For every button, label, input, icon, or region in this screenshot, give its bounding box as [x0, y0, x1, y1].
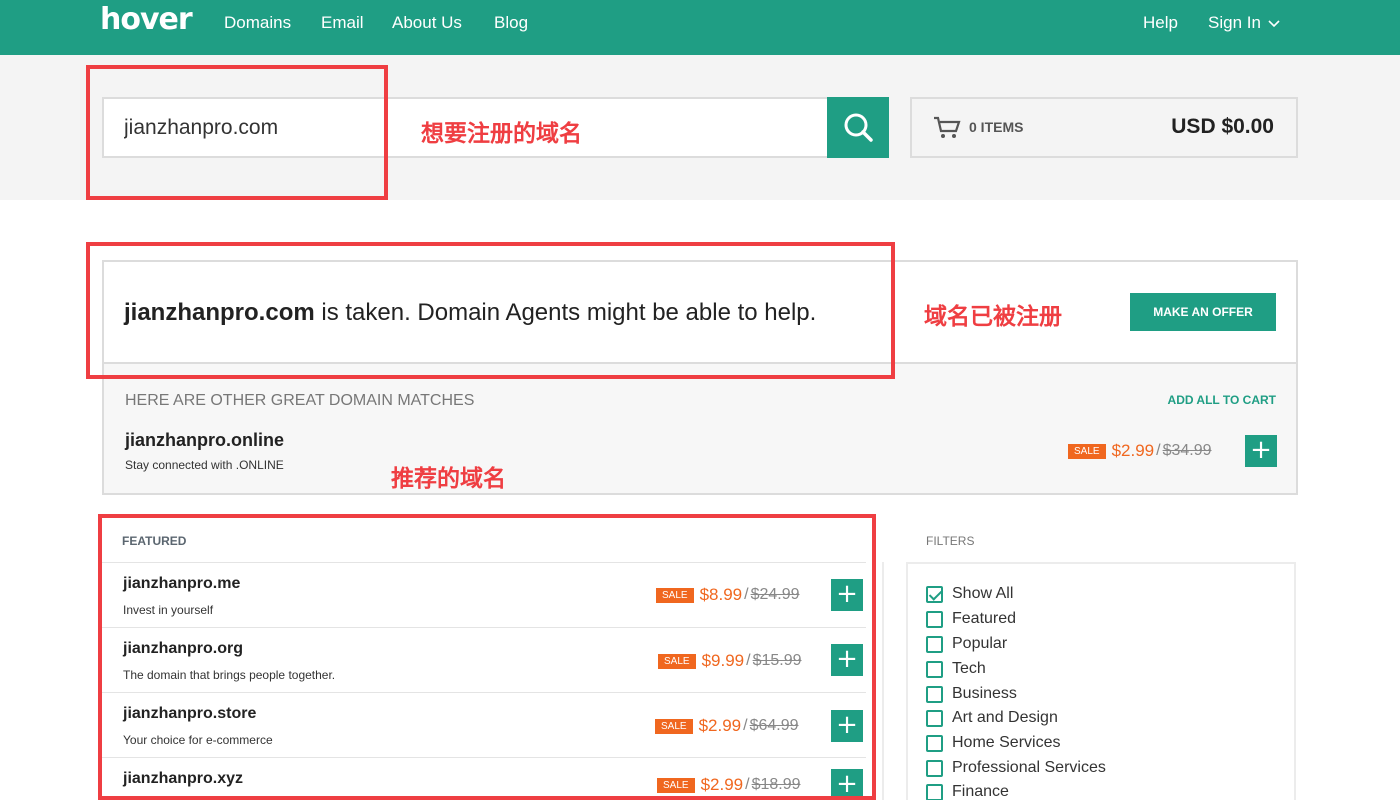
filter-popular[interactable]: Popular: [926, 635, 1007, 653]
filter-home-services[interactable]: Home Services: [926, 734, 1060, 752]
annotation-want-register: 想要注册的域名: [421, 121, 582, 147]
sale-badge: SALE: [1068, 443, 1106, 459]
nav-about-us[interactable]: About Us: [392, 13, 462, 33]
domain-taken-notice: jianzhanpro.com is taken. Domain Agents …: [102, 260, 1298, 364]
filter-label: Finance: [952, 783, 1009, 800]
featured-domain-tagline: Invest in yourself: [123, 603, 214, 617]
featured-domain-name: jianzhanpro.store: [123, 705, 257, 722]
nav-email[interactable]: Email: [321, 13, 364, 33]
filter-show-all[interactable]: Show All: [926, 585, 1013, 603]
featured-price: SALE $9.99 / $15.99: [658, 651, 802, 671]
add-to-cart-button[interactable]: +: [831, 644, 863, 676]
annotation-recommended: 推荐的域名: [391, 466, 506, 492]
cart-icon: [934, 116, 961, 138]
add-to-cart-button[interactable]: +: [831, 710, 863, 742]
original-price: $34.99: [1162, 442, 1212, 459]
top-navbar: hover Domains Email About Us Blog Help S…: [0, 0, 1400, 55]
filter-label: Art and Design: [952, 709, 1058, 726]
other-domain-tagline: Stay connected with .ONLINE: [125, 458, 284, 472]
filter-finance[interactable]: Finance: [926, 783, 1009, 800]
nav-domains[interactable]: Domains: [224, 13, 291, 33]
price-separator: /: [744, 586, 749, 603]
checkbox-checked[interactable]: [926, 585, 943, 603]
featured-heading: FEATURED: [122, 534, 187, 548]
filter-label: Tech: [952, 660, 986, 677]
sign-in-label: Sign In: [1208, 13, 1261, 32]
featured-domain-tagline: Your choice for e-commerce: [123, 733, 273, 747]
sale-badge: SALE: [655, 718, 693, 734]
add-to-cart-button[interactable]: +: [1245, 435, 1277, 467]
featured-price: SALE $2.99 / $18.99: [657, 775, 801, 795]
filter-business[interactable]: Business: [926, 685, 1017, 703]
nav-sign-in[interactable]: Sign In: [1208, 13, 1281, 33]
search-button[interactable]: [827, 97, 889, 158]
add-to-cart-button[interactable]: +: [831, 769, 863, 800]
sale-price: $2.99: [700, 775, 744, 794]
featured-domain-name: jianzhanpro.org: [123, 640, 243, 657]
checkbox[interactable]: [926, 709, 943, 727]
filter-label: Show All: [952, 585, 1014, 602]
other-matches-heading: HERE ARE OTHER GREAT DOMAIN MATCHES: [125, 392, 475, 409]
price-separator: /: [1156, 442, 1161, 459]
filter-label: Popular: [952, 635, 1008, 652]
filter-professional-services[interactable]: Professional Services: [926, 759, 1106, 777]
checkbox[interactable]: [926, 610, 943, 628]
other-domain-name: jianzhanpro.online: [125, 430, 285, 450]
taken-message: jianzhanpro.com is taken. Domain Agents …: [124, 299, 816, 327]
cart-summary[interactable]: 0 ITEMS USD $0.00: [910, 97, 1298, 158]
other-domain-price: SALE $2.99 / $34.99: [1068, 441, 1212, 461]
checkbox[interactable]: [926, 660, 943, 678]
filter-label: Featured: [952, 610, 1017, 627]
filter-tech[interactable]: Tech: [926, 660, 986, 678]
checkbox[interactable]: [926, 783, 943, 800]
filter-label: Business: [952, 685, 1017, 702]
featured-domain-name: jianzhanpro.xyz: [123, 770, 244, 787]
sale-badge: SALE: [657, 777, 695, 793]
featured-price: SALE $2.99 / $64.99: [655, 716, 799, 736]
filters-heading: FILTERS: [926, 534, 975, 548]
hover-logo[interactable]: hover: [100, 2, 193, 37]
original-price: $24.99: [750, 586, 800, 603]
price-separator: /: [745, 776, 750, 793]
filter-label: Professional Services: [952, 759, 1106, 776]
nav-help[interactable]: Help: [1143, 13, 1178, 33]
add-all-to-cart-link[interactable]: ADD ALL TO CART: [1168, 393, 1276, 407]
sale-badge: SALE: [658, 653, 696, 669]
chevron-down-icon: [1268, 20, 1280, 28]
make-an-offer-button[interactable]: MAKE AN OFFER: [1130, 293, 1276, 331]
other-matches-panel: HERE ARE OTHER GREAT DOMAIN MATCHES ADD …: [102, 364, 1298, 495]
featured-domain-name: jianzhanpro.me: [123, 575, 241, 592]
annotation-already-registered: 域名已被注册: [924, 304, 1062, 330]
featured-domain-tagline: The domain that brings people together.: [123, 668, 336, 682]
checkbox[interactable]: [926, 685, 943, 703]
sale-price: $8.99: [699, 585, 743, 604]
cart-items-count: 0 ITEMS: [969, 119, 1024, 135]
filter-art-and-design[interactable]: Art and Design: [926, 709, 1058, 727]
sale-badge: SALE: [656, 587, 694, 603]
search-icon: [844, 113, 873, 142]
sale-price: $9.99: [701, 651, 745, 670]
taken-text: is taken. Domain Agents might be able to…: [314, 299, 817, 326]
checkbox[interactable]: [926, 734, 943, 752]
nav-blog[interactable]: Blog: [494, 13, 528, 33]
price-separator: /: [746, 652, 751, 669]
filter-label: Home Services: [952, 734, 1061, 751]
original-price: $15.99: [752, 652, 802, 669]
taken-domain: jianzhanpro.com: [124, 299, 315, 326]
price-separator: /: [743, 717, 748, 734]
cart-total: USD $0.00: [1171, 115, 1274, 138]
filter-featured[interactable]: Featured: [926, 610, 1016, 628]
add-to-cart-button[interactable]: +: [831, 579, 863, 611]
checkbox[interactable]: [926, 635, 943, 653]
featured-price: SALE $8.99 / $24.99: [656, 585, 800, 605]
sale-price: $2.99: [698, 716, 742, 735]
original-price: $64.99: [749, 717, 799, 734]
original-price: $18.99: [751, 776, 801, 793]
sale-price: $2.99: [1111, 441, 1155, 460]
checkbox[interactable]: [926, 759, 943, 777]
